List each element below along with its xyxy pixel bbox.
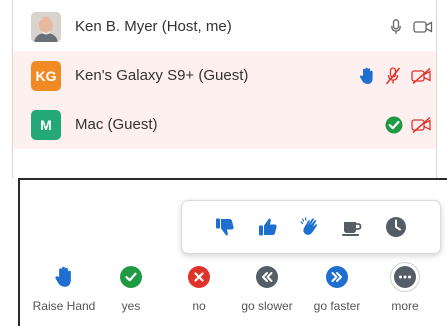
action-label: go slower bbox=[241, 299, 293, 313]
thumbs-up-icon[interactable] bbox=[252, 211, 284, 243]
yes-button[interactable]: yes bbox=[96, 264, 166, 318]
clap-icon[interactable] bbox=[294, 211, 326, 243]
more-reactions-popover bbox=[181, 200, 441, 254]
raise-hand-button[interactable]: Raise Hand bbox=[29, 264, 99, 318]
microphone-icon[interactable] bbox=[391, 18, 401, 35]
video-camera-off-icon[interactable] bbox=[411, 116, 433, 133]
thumbs-down-icon[interactable] bbox=[209, 211, 241, 243]
action-label: yes bbox=[121, 299, 141, 313]
participant-name: Mac (Guest) bbox=[75, 116, 158, 133]
go-faster-icon bbox=[326, 266, 348, 288]
participant-name: Ken B. Myer (Host, me) bbox=[75, 18, 232, 35]
no-x-icon bbox=[188, 266, 210, 288]
participant-row-host[interactable]: Ken B. Myer (Host, me) bbox=[13, 2, 436, 51]
go-faster-button[interactable]: go faster bbox=[302, 264, 372, 318]
more-button[interactable]: more bbox=[370, 262, 440, 318]
coffee-cup-icon[interactable] bbox=[336, 211, 368, 243]
participants-list: Ken B. Myer (Host, me) KG Ken's Galaxy S… bbox=[12, 0, 437, 178]
action-label: go faster bbox=[313, 299, 361, 313]
action-label: more bbox=[391, 299, 419, 313]
go-slower-icon bbox=[256, 266, 278, 288]
raise-hand-icon bbox=[55, 266, 71, 287]
go-slower-button[interactable]: go slower bbox=[232, 264, 302, 318]
raised-hand-icon bbox=[359, 67, 375, 85]
participant-row-galaxy[interactable]: KG Ken's Galaxy S9+ (Guest) bbox=[13, 51, 436, 100]
video-camera-icon[interactable] bbox=[413, 20, 433, 34]
clock-icon[interactable] bbox=[380, 211, 412, 243]
action-label: Raise Hand bbox=[32, 299, 96, 313]
avatar: KG bbox=[31, 60, 61, 91]
action-label: no bbox=[192, 299, 206, 313]
avatar: M bbox=[31, 109, 61, 140]
participant-name: Ken's Galaxy S9+ (Guest) bbox=[75, 67, 249, 84]
more-icon bbox=[394, 266, 416, 288]
avatar bbox=[31, 11, 61, 42]
no-button[interactable]: no bbox=[164, 264, 234, 318]
microphone-muted-icon[interactable] bbox=[385, 66, 401, 85]
participant-row-mac[interactable]: M Mac (Guest) bbox=[13, 100, 436, 149]
yes-check-icon bbox=[120, 266, 142, 288]
yes-check-icon bbox=[385, 116, 403, 134]
video-camera-off-icon[interactable] bbox=[411, 67, 433, 84]
